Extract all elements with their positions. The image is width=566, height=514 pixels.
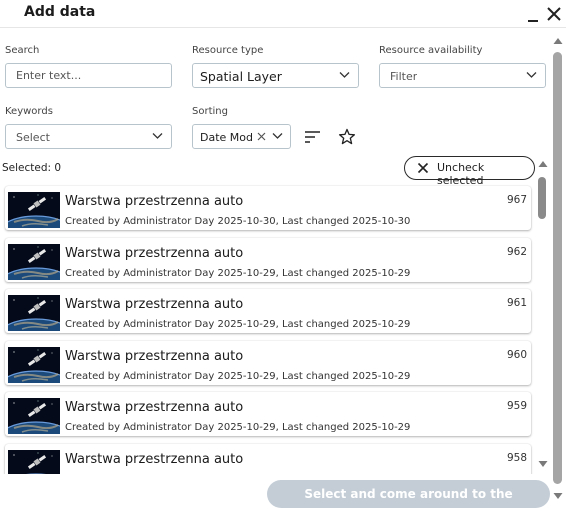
resource-availability-select[interactable]: Filter	[379, 63, 546, 88]
layer-thumbnail	[8, 243, 60, 280]
close-icon[interactable]	[545, 5, 563, 23]
resource-type-select[interactable]: Spatial Layer	[192, 63, 359, 88]
item-id: 962	[506, 245, 527, 258]
item-meta: Created by Administrator Day 2025-10-29,…	[65, 474, 410, 475]
list-item[interactable]: Warstwa przestrzenna auto Created by Admi…	[5, 392, 531, 436]
resource-availability-value: Filter	[390, 70, 418, 83]
item-meta: Created by Administrator Day 2025-10-29,…	[65, 370, 411, 382]
sorting-value: Date Modified	[200, 131, 252, 144]
confirm-configuration-button[interactable]: Select and come around to the configurat…	[267, 480, 550, 508]
item-meta: Created by Administrator Day 2025-10-29,…	[65, 422, 411, 433]
star-outline-icon[interactable]	[338, 128, 356, 145]
item-meta: Created by Administrator Day 2025-10-30,…	[65, 216, 411, 227]
chevron-down-icon	[152, 133, 163, 139]
search-label: Search	[5, 45, 40, 56]
layer-thumbnail	[8, 449, 60, 474]
item-meta: Created by Administrator Day 2025-10-29,…	[65, 267, 411, 279]
item-id: 960	[506, 348, 527, 361]
item-id: 967	[506, 194, 527, 206]
search-input[interactable]	[6, 64, 171, 87]
list-item[interactable]: Warstwa przestrzenna auto Created by Admi…	[5, 289, 531, 333]
item-title: Warstwa przestrzenna auto	[65, 451, 244, 467]
layer-thumbnail	[8, 346, 60, 383]
dialog-scroll-up-icon[interactable]	[553, 37, 563, 45]
item-title: Warstwa przestrzenna auto	[65, 348, 244, 364]
minimize-icon[interactable]	[526, 4, 540, 24]
sorting-label: Sorting	[192, 106, 228, 117]
resource-type-label: Resource type	[192, 45, 264, 56]
dialog-scrollbar-thumb[interactable]	[553, 52, 562, 484]
results-list: Warstwa przestrzenna auto Created by Admi…	[0, 184, 535, 474]
keywords-select[interactable]: Select	[5, 124, 172, 149]
item-meta: Created by Administrator Day 2025-10-29,…	[65, 319, 411, 330]
uncheck-selected-button[interactable]: Uncheck selected	[404, 156, 535, 187]
list-scroll-down-icon[interactable]	[538, 460, 548, 468]
resource-type-value: Spatial Layer	[200, 69, 282, 84]
item-id: 958	[506, 451, 527, 464]
sort-lines-icon[interactable]	[304, 130, 321, 144]
list-item[interactable]: Warstwa przestrzenna auto Created by Admi…	[5, 237, 531, 282]
close-icon	[417, 162, 429, 174]
dialog-titlebar: Add data	[0, 0, 566, 28]
item-title: Warstwa przestrzenna auto	[65, 245, 244, 261]
resource-availability-label: Resource availability	[379, 45, 483, 56]
dialog-scroll-down-icon[interactable]	[553, 492, 563, 500]
chevron-down-icon	[526, 72, 537, 78]
search-field	[5, 63, 172, 88]
list-scroll-up-icon[interactable]	[538, 160, 548, 168]
item-title: Warstwa przestrzenna auto	[65, 400, 244, 415]
list-item[interactable]: Warstwa przestrzenna auto Created by Admi…	[5, 186, 531, 230]
keywords-value: Select	[16, 131, 50, 144]
selected-count: Selected: 0	[2, 162, 62, 174]
chevron-down-icon	[272, 133, 283, 139]
list-item[interactable]: Warstwa przestrzenna auto Created by Admi…	[5, 443, 531, 475]
list-scrollbar-thumb[interactable]	[538, 177, 546, 219]
item-id: 959	[506, 400, 527, 412]
item-title: Warstwa przestrzenna auto	[65, 297, 244, 312]
keywords-label: Keywords	[5, 106, 53, 117]
layer-thumbnail	[8, 295, 60, 331]
list-item[interactable]: Warstwa przestrzenna auto Created by Admi…	[5, 340, 531, 385]
layer-thumbnail	[8, 192, 60, 228]
sorting-select[interactable]: Date Modified	[192, 124, 291, 149]
clear-icon[interactable]	[257, 132, 266, 141]
layer-thumbnail	[8, 398, 60, 434]
dialog-title: Add data	[24, 4, 96, 20]
item-title: Warstwa przestrzenna auto	[65, 194, 244, 209]
item-id: 961	[506, 297, 527, 309]
chevron-down-icon	[339, 72, 350, 78]
